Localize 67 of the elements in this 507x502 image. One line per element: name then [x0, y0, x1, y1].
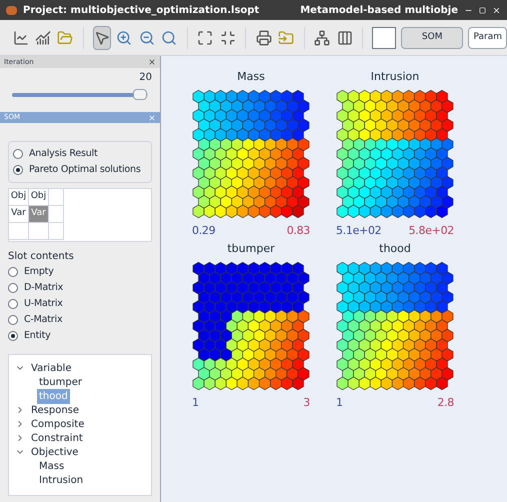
folder-export-icon [278, 30, 294, 46]
radio-label: Entity [24, 328, 51, 343]
slot-cell[interactable]: Var [9, 206, 29, 223]
toolbar-text-button[interactable]: SOM [400, 26, 464, 48]
radio-label: Analysis Result [29, 146, 98, 161]
radio-button[interactable] [8, 299, 18, 309]
tree-item[interactable]: Response [29, 402, 82, 418]
radio-button[interactable] [8, 331, 18, 341]
tree-item[interactable]: Variable [29, 360, 74, 376]
min-value: 1 [336, 396, 343, 410]
zoom-in-icon [116, 30, 132, 46]
color-swatch[interactable] [372, 26, 396, 48]
slot-cell[interactable] [49, 206, 64, 223]
slot-cell[interactable] [29, 223, 49, 240]
network-icon [314, 30, 330, 46]
folder-icon [57, 30, 74, 46]
tree-item[interactable]: Intrusion [37, 472, 86, 488]
tree-item[interactable]: Constraint [29, 430, 85, 446]
radio-button[interactable] [8, 283, 18, 293]
radio-button[interactable] [8, 267, 18, 277]
slot-cell[interactable] [9, 223, 29, 240]
slot-cell[interactable] [49, 189, 64, 206]
maximize-icon[interactable] [479, 6, 486, 14]
toolbar-button[interactable] [92, 26, 111, 50]
tree-item[interactable]: Objective [29, 444, 80, 460]
max-value: 5.8e+02 [408, 224, 454, 238]
printer-icon [256, 30, 272, 46]
shrink-icon [220, 30, 236, 46]
map-title: Intrusion [370, 70, 420, 84]
radio-label: Empty [24, 264, 54, 279]
radio-button[interactable] [13, 149, 23, 159]
slider-thumb[interactable] [133, 89, 148, 100]
max-value: 3 [303, 396, 310, 410]
min-value: 1 [192, 396, 199, 410]
radio-label: Pareto Optimal solutions [29, 162, 141, 177]
slot-cell[interactable]: Obj [29, 189, 49, 206]
min-value: 5.1e+02 [336, 224, 382, 238]
slot-cell[interactable]: Obj [9, 189, 29, 206]
map-title: Mass [237, 70, 265, 84]
expand-icon [197, 30, 214, 46]
zoom-out-icon [138, 30, 155, 46]
radio-button[interactable] [13, 165, 23, 175]
radio-label: D-Matrix [24, 280, 64, 295]
zoom-icon [161, 30, 178, 46]
radio-label: C-Matrix [24, 312, 62, 327]
section-label: Slot contents [8, 250, 75, 264]
slider-track[interactable] [12, 89, 148, 100]
max-value: 2.8 [437, 396, 454, 410]
tree-item[interactable]: tbumper [37, 374, 84, 390]
close-icon[interactable] [148, 58, 156, 66]
app-icon [6, 6, 17, 14]
tree-item[interactable]: Composite [29, 416, 86, 432]
toolbar-text-button[interactable]: Param [468, 26, 507, 48]
columns-icon [336, 30, 352, 46]
window-title: Project: multiobjective_optimization.lsopt [23, 4, 260, 18]
map-title: tbumper [227, 242, 275, 256]
map-title: thood [379, 242, 411, 256]
window-subtitle: Metamodel-based multiobje [300, 4, 458, 18]
chart-icon [12, 30, 29, 46]
slot-cell[interactable] [49, 223, 64, 240]
min-value: 0.29 [192, 224, 216, 238]
pointer-icon [94, 30, 110, 46]
radio-button[interactable] [8, 315, 18, 325]
radio-label: U-Matrix [24, 296, 63, 311]
max-value: 0.83 [286, 224, 310, 238]
tree-item[interactable]: Mass [37, 458, 66, 474]
iteration-value: 20 [139, 71, 153, 85]
